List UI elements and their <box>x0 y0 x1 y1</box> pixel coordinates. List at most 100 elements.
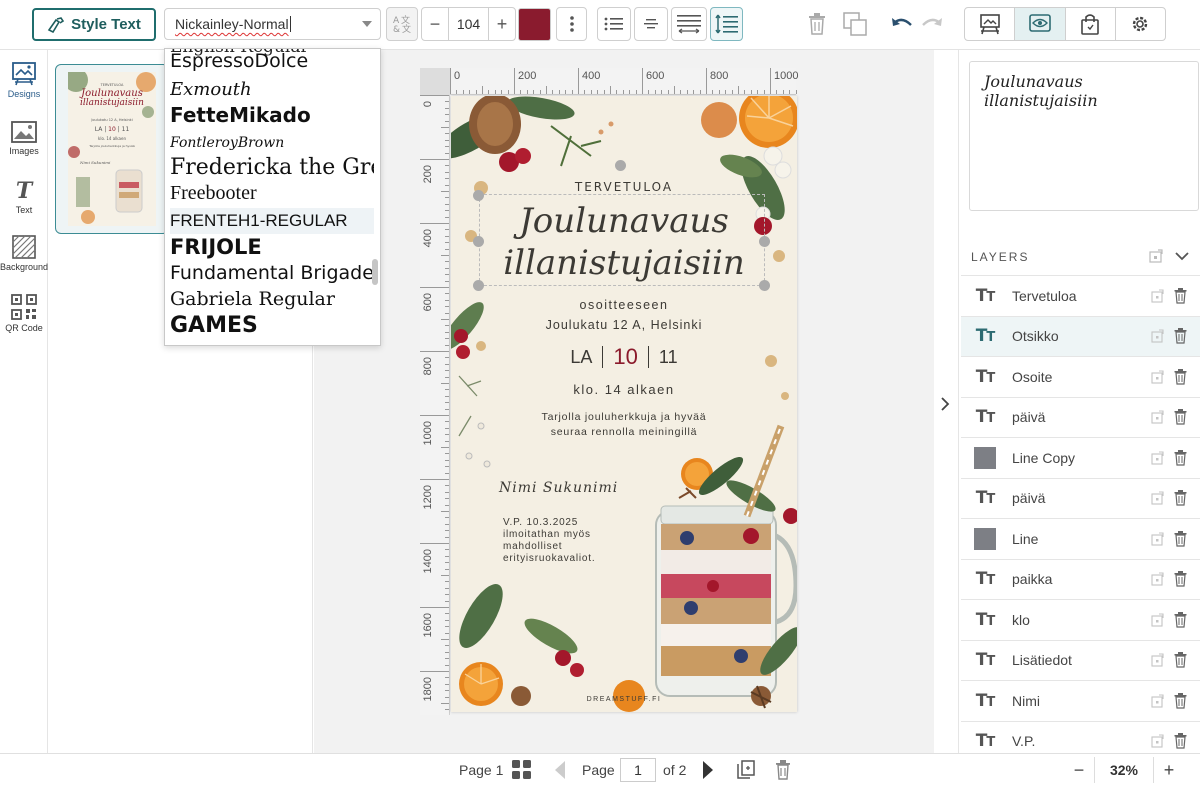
lock-icon[interactable] <box>1151 734 1164 748</box>
trash-icon[interactable] <box>1174 368 1187 385</box>
rail-item-background[interactable]: Background <box>0 235 48 272</box>
font-option[interactable]: Fundamental Brigade <box>170 260 374 286</box>
page-grid-button[interactable] <box>512 754 532 785</box>
align-center-button[interactable] <box>634 7 668 41</box>
previous-page-button[interactable] <box>554 754 566 785</box>
font-option[interactable]: Fredericka the Great <box>170 154 374 180</box>
page-total-label: of 2 <box>663 762 687 778</box>
font-option[interactable]: GAMES <box>170 312 374 338</box>
lock-icon[interactable] <box>1151 450 1164 465</box>
font-option[interactable]: FetteMikado <box>170 102 374 128</box>
lock-icon[interactable] <box>1151 288 1164 303</box>
text-layer-icon: TT <box>970 326 1000 346</box>
design-rsvp[interactable]: V.P. 10.3.2025 ilmoitathan myös mahdolli… <box>503 517 595 565</box>
lock-icon[interactable] <box>1151 531 1164 546</box>
preview-button[interactable] <box>1015 8 1066 40</box>
font-option[interactable]: FRENTEH1-REGULAR <box>170 208 374 234</box>
add-page-button[interactable] <box>737 754 755 785</box>
font-size-decrease-button[interactable]: − <box>422 8 448 40</box>
chevron-right-icon[interactable] <box>940 397 950 414</box>
font-option[interactable]: Freebooter <box>170 180 374 206</box>
lock-icon[interactable] <box>1151 572 1164 586</box>
design-title[interactable]: Joulunavaus illanistujaisiin <box>451 200 797 284</box>
lock-icon[interactable] <box>1149 249 1163 263</box>
trash-icon[interactable] <box>1174 490 1187 506</box>
zoom-out-button[interactable]: − <box>1064 760 1094 781</box>
print-view-button[interactable] <box>965 8 1016 40</box>
text-color-button[interactable] <box>518 8 551 41</box>
design-name[interactable]: Nimi Sukunimi <box>499 480 618 496</box>
delete-button[interactable] <box>805 9 829 39</box>
duplicate-button[interactable] <box>842 9 868 39</box>
more-options-button[interactable] <box>556 7 587 41</box>
lock-icon[interactable] <box>1151 410 1164 424</box>
lock-icon[interactable] <box>1151 369 1164 384</box>
lock-icon[interactable] <box>1151 693 1164 708</box>
layer-row[interactable]: TT paikka <box>961 558 1200 599</box>
layer-row[interactable]: TT Nimi <box>961 680 1200 720</box>
trash-icon[interactable] <box>1174 287 1187 304</box>
lock-icon[interactable] <box>1151 612 1164 627</box>
text-preview-box[interactable]: Joulunavaus illanistujaisiin <box>969 61 1199 211</box>
font-size-increase-button[interactable]: + <box>489 8 515 40</box>
design-canvas[interactable]: TERVETULOA Joulunavaus illanistujaisiin … <box>451 96 797 712</box>
rail-item-qr-code[interactable]: QR Code <box>0 294 48 333</box>
design-time[interactable]: klo. 14 alkaen <box>451 382 797 397</box>
page-thumbnail[interactable]: TERVETULOA Joulunavaus illanistujaisiin … <box>55 64 169 234</box>
rail-item-images[interactable]: Images <box>0 121 48 156</box>
redo-button[interactable] <box>920 9 944 39</box>
letter-spacing-button[interactable] <box>671 7 707 41</box>
layer-row[interactable]: TT Tervetuloa <box>961 275 1200 315</box>
trash-icon[interactable] <box>1174 571 1187 587</box>
line-height-button[interactable] <box>710 7 743 41</box>
trash-icon[interactable] <box>1174 611 1187 628</box>
font-option[interactable]: Gabriela Regular <box>170 286 374 312</box>
trash-icon[interactable] <box>1174 733 1187 749</box>
trash-icon[interactable] <box>1174 409 1187 425</box>
design-extra-info[interactable]: Tarjolla jouluherkkuja ja hyvää seuraa r… <box>451 410 797 440</box>
font-family-select[interactable]: Nickainley-Normal <box>164 8 381 40</box>
layer-row[interactable]: TT päivä <box>961 477 1200 518</box>
right-panel: Joulunavaus illanistujaisiin LAYERS TT Te… <box>958 50 1200 753</box>
zoom-level[interactable]: 32% <box>1094 757 1154 783</box>
layer-row[interactable]: Line <box>961 518 1200 558</box>
page-number-input[interactable]: 1 <box>620 758 656 782</box>
font-option[interactable]: Exmouth <box>170 76 374 102</box>
font-size-value[interactable]: 104 <box>448 8 489 40</box>
lock-icon[interactable] <box>1151 329 1164 343</box>
lock-icon[interactable] <box>1151 653 1164 667</box>
rail-item-text[interactable]: T Text <box>0 180 48 215</box>
design-address-intro[interactable]: osoitteeseen <box>451 298 797 312</box>
font-list-scrollbar[interactable] <box>372 259 378 285</box>
layer-row[interactable]: TT klo <box>961 599 1200 639</box>
rail-item-designs[interactable]: Designs <box>0 62 48 99</box>
font-option[interactable]: FRIJOLE <box>170 234 374 260</box>
delete-page-button[interactable] <box>775 754 791 785</box>
translate-button[interactable]: A 文 & 文 <box>386 7 418 41</box>
layer-row[interactable]: Line Copy <box>961 437 1200 477</box>
design-address[interactable]: Joulukatu 12 A, Helsinki <box>451 318 797 332</box>
design-date[interactable]: LA 10 11 <box>451 344 797 370</box>
lock-icon[interactable] <box>1151 491 1164 505</box>
list-button[interactable] <box>597 7 631 41</box>
trash-icon[interactable] <box>1174 449 1187 466</box>
layer-row[interactable]: TT päivä <box>961 396 1200 437</box>
shop-button[interactable] <box>1066 8 1116 40</box>
trash-icon[interactable] <box>1174 652 1187 668</box>
layer-row[interactable]: TT Osoite <box>961 356 1200 396</box>
style-text-button[interactable]: Style Text <box>32 8 156 41</box>
trash-icon[interactable] <box>1174 530 1187 547</box>
layer-row[interactable]: TT Otsikko <box>961 315 1200 356</box>
rotate-handle[interactable] <box>615 160 626 171</box>
zoom-in-button[interactable]: + <box>1154 760 1184 781</box>
next-page-button[interactable] <box>702 754 714 785</box>
trash-icon[interactable] <box>1174 692 1187 709</box>
design-welcome-text[interactable]: TERVETULOA <box>451 180 797 194</box>
undo-button[interactable] <box>890 9 914 39</box>
chevron-down-icon[interactable] <box>1175 251 1189 261</box>
trash-icon[interactable] <box>1174 328 1187 344</box>
font-option[interactable]: FontleroyBrown <box>170 130 374 156</box>
layer-row[interactable]: TT Lisätiedot <box>961 639 1200 680</box>
settings-button[interactable] <box>1116 8 1165 40</box>
font-option[interactable]: EspressoDolce <box>170 49 374 74</box>
